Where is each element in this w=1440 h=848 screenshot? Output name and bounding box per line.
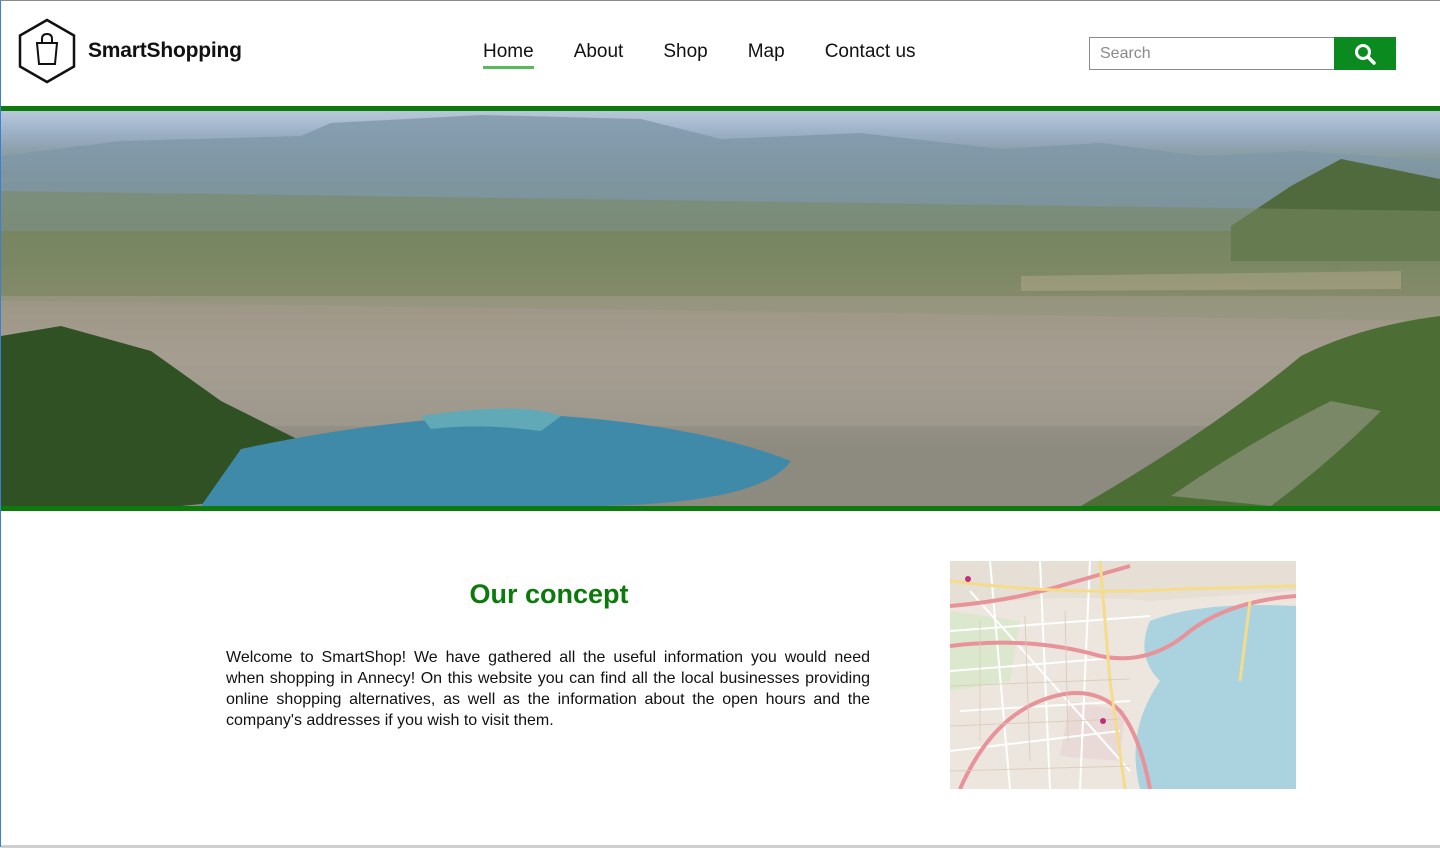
nav-contact[interactable]: Contact us bbox=[825, 41, 916, 69]
search-input[interactable] bbox=[1089, 37, 1334, 70]
map-illustration bbox=[950, 561, 1296, 789]
search-form bbox=[1089, 37, 1396, 70]
nav-map[interactable]: Map bbox=[748, 41, 785, 69]
site-header: SmartShopping Home About Shop Map Contac… bbox=[1, 1, 1440, 106]
shopping-bag-icon bbox=[18, 18, 76, 84]
nav-home[interactable]: Home bbox=[483, 41, 534, 69]
brand-name: SmartShopping bbox=[88, 39, 242, 62]
hero-banner-image bbox=[1, 106, 1440, 511]
concept-section: Our concept Welcome to SmartShop! We hav… bbox=[1, 511, 1440, 846]
search-button[interactable] bbox=[1334, 37, 1396, 70]
nav-shop[interactable]: Shop bbox=[663, 41, 707, 69]
concept-text: Welcome to SmartShop! We have gathered a… bbox=[226, 649, 870, 729]
nav-about[interactable]: About bbox=[574, 41, 624, 69]
search-icon bbox=[1355, 43, 1376, 65]
concept-title: Our concept bbox=[469, 579, 629, 609]
main-nav: Home About Shop Map Contact us bbox=[483, 41, 956, 69]
street-map-image[interactable] bbox=[950, 561, 1296, 789]
hero-landscape bbox=[1, 115, 1440, 506]
logo[interactable]: SmartShopping bbox=[17, 18, 242, 84]
